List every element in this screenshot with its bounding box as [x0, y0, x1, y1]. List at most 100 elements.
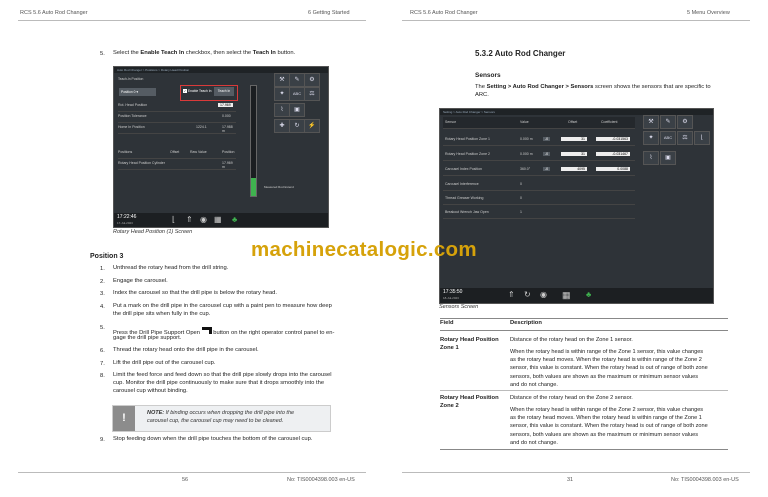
sensor-row: Carousel Interference 0	[443, 179, 635, 191]
table-row2-field: Rotary Head Position Zone 2	[440, 395, 499, 409]
sensor-row: Carousel Index Position 360.0° -0 4095 0…	[443, 164, 635, 176]
sensors-intro: The Setting > Auto Rod Changer > Sensors…	[475, 84, 711, 90]
col-value: Value	[520, 120, 529, 124]
sensor-row: Rotary Head Position Zone 1 0.000 m -0 3…	[443, 134, 635, 146]
note-text: NOTE: If binding occurs when dropping th…	[147, 410, 295, 424]
sensors-screen: Setting > Auto Rod Changer > Sensors Sen…	[439, 108, 714, 304]
taskbar-status-icon[interactable]: ♣	[232, 215, 237, 224]
taskbar-gauge-icon[interactable]: ◉	[200, 215, 207, 224]
carousel-icon[interactable]: ✚	[274, 119, 290, 133]
drill-tool-icon[interactable]: ⚒	[643, 115, 659, 129]
teach-heading: Teach-In Position	[118, 77, 144, 81]
taskbar-grid-icon[interactable]: ▦	[214, 215, 222, 224]
abc-icon[interactable]: ABC	[289, 87, 305, 101]
clock-date: 17-Jul-2023	[117, 221, 133, 225]
sensors-caption: Sensors Screen	[439, 304, 479, 310]
left-header-rule	[18, 20, 366, 21]
position-3-heading: Position 3	[90, 253, 124, 260]
chart-icon[interactable]: ⌊	[694, 131, 710, 145]
note-box: ! NOTE: If binding occurs when dropping …	[112, 405, 331, 432]
right-header-rule	[402, 20, 750, 21]
teach-in-button[interactable]: Teach In	[214, 87, 234, 96]
step-2-number: 2.	[100, 279, 105, 285]
step-5-number: 5.	[100, 51, 105, 57]
col-coefficient: Coefficient	[601, 120, 618, 124]
gauge-label: Measured Rod Extend	[264, 185, 294, 189]
step-5b-number: 5.	[100, 325, 105, 331]
field-table-row-rule	[440, 390, 728, 391]
drill-pipe-support-open-icon	[201, 327, 212, 335]
taskbar-gauge-icon[interactable]: ◉	[540, 290, 547, 299]
field-table-bottom-rule	[440, 449, 728, 450]
step-6-text: Thread the rotary head onto the drill pi…	[113, 347, 259, 353]
row-rotary-head-cylinder: Rotary Head Position Cylinder	[118, 161, 165, 165]
taskbar-grid-icon[interactable]: ▦	[562, 290, 571, 301]
enable-teach-in-checkbox[interactable]: ✓ Enable Teach In	[183, 89, 212, 93]
step-6-number: 6.	[100, 348, 105, 354]
drill-tool-icon[interactable]: ⚒	[274, 73, 290, 87]
watermark: machinecatalogic.com	[251, 238, 477, 261]
antenna-icon[interactable]: ⌇	[274, 103, 290, 117]
table-row2-desc2: When the rotary head is within range of …	[510, 407, 708, 446]
wrench-icon[interactable]: ✎	[289, 73, 305, 87]
section-heading: 5.3.2 Auto Rod Changer	[475, 49, 566, 58]
field-table-top-rule	[440, 318, 728, 319]
step-7-text: Lift the drill pipe out of the carousel …	[113, 360, 216, 366]
step-3-number: 3.	[100, 291, 105, 297]
rig-icon[interactable]: ✦	[274, 87, 290, 101]
copy-icon[interactable]: ▣	[289, 103, 305, 117]
step-4-text: Put a mark on the drill pipe in the caro…	[113, 303, 332, 309]
field-position-tolerance-value: 0.000	[222, 114, 231, 118]
taskbar-refresh-icon[interactable]: ↻	[524, 290, 531, 299]
settings-icon[interactable]: ⚙	[304, 73, 320, 87]
chevron-down-icon: ▾	[136, 90, 139, 94]
step-5-text: Select the Enable Teach In checkbox, the…	[113, 50, 296, 56]
taskbar-chart-icon[interactable]: ⌊	[172, 215, 175, 224]
table-row2-desc1: Distance of the rotary head on the Zone …	[510, 395, 633, 401]
field-table-header-rule	[440, 330, 728, 331]
offset-decrement-button[interactable]: -0	[543, 152, 551, 156]
left-header-title: RCS 5.6 Auto Rod Changer	[20, 10, 88, 16]
taskbar-status-icon[interactable]: ♣	[586, 290, 591, 299]
refresh-icon[interactable]: ↻	[289, 119, 305, 133]
left-page-number: 56	[182, 477, 189, 483]
tools-icon[interactable]: ⚖	[677, 131, 693, 145]
step-7-number: 7.	[100, 361, 105, 367]
table-header-description: Description	[510, 320, 542, 326]
screen-taskbar: 17:22:46 17-Jul-2023 ⌊ ⇑ ◉ ▦ ♣	[114, 213, 328, 227]
step-2-text: Engage the carousel.	[113, 278, 168, 284]
rod-extend-gauge	[250, 85, 257, 197]
abc-icon[interactable]: ABC	[660, 131, 676, 145]
antenna-icon[interactable]: ⌇	[643, 151, 659, 165]
clock-time: 17:22:46	[117, 214, 137, 220]
position-dropdown[interactable]: Position 0 ▾	[119, 88, 156, 96]
field-rot-head-position: Rot. Head Position	[118, 103, 148, 107]
offset-decrement-button[interactable]: -0	[543, 137, 551, 141]
step-3-text: Index the carousel so that the drill pip…	[113, 290, 278, 296]
wrench-icon[interactable]: ✎	[660, 115, 676, 129]
signal-icon[interactable]: ⚡	[304, 119, 320, 133]
left-header-chapter: 6 Getting Started	[308, 10, 350, 16]
step-4-text-cont: the drill pipe sits when fully in the cu…	[113, 311, 211, 317]
col-raw-value: Raw Value	[190, 150, 207, 154]
sensors-subheading: Sensors	[475, 72, 501, 79]
step-8-text-cont2: carousel cup without binding.	[113, 388, 188, 394]
col-position: Position	[222, 150, 235, 154]
offset-decrement-button[interactable]: -0	[543, 167, 551, 171]
tools-icon[interactable]: ⚖	[304, 87, 320, 101]
rig-icon[interactable]: ✦	[643, 131, 659, 145]
sensor-row: Rotary Head Position Zone 2 0.000 m -0 3…	[443, 149, 635, 161]
taskbar-rig-icon[interactable]: ⇑	[508, 290, 515, 299]
sensors-intro-cont: ARC.	[475, 92, 489, 98]
col-positions: Positions	[118, 150, 133, 154]
sensor-row: Thread Greaser Working 0	[443, 193, 635, 205]
copy-icon[interactable]: ▣	[660, 151, 676, 165]
right-page-number: 31	[567, 477, 574, 483]
table-row1-field: Rotary Head Position Zone 1	[440, 337, 499, 351]
field-home-in-position-value: 1224.1	[196, 125, 207, 129]
field-rot-head-position-value[interactable]: 17.969	[218, 103, 233, 107]
taskbar-rig-icon[interactable]: ⇑	[186, 215, 193, 224]
step-9-number: 9.	[100, 437, 105, 443]
clock-date: 18-Jul-2023	[443, 296, 459, 300]
settings-icon[interactable]: ⚙	[677, 115, 693, 129]
